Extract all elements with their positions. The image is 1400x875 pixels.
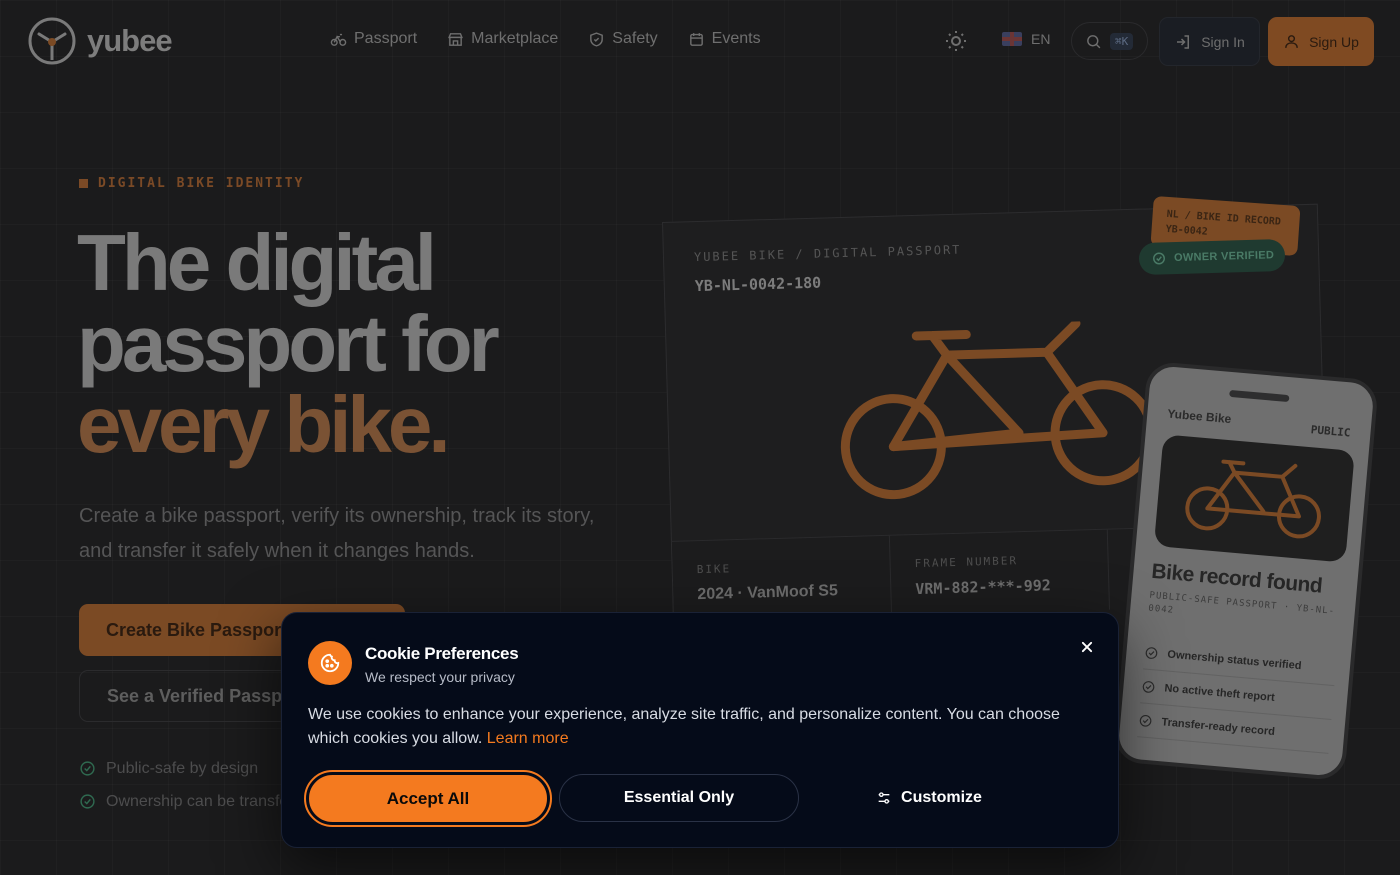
detail-bike: BIKE 2024 · VanMoof S5 — [671, 535, 893, 622]
bike-illustration-icon — [840, 319, 1151, 500]
essential-only-button[interactable]: Essential Only — [559, 774, 799, 822]
sign-in-label: Sign In — [1201, 33, 1245, 50]
cookie-dialog-title: Cookie Preferences — [365, 644, 519, 663]
cookie-dialog-subtitle: We respect your privacy — [365, 669, 515, 685]
search-icon — [1087, 34, 1101, 48]
eyebrow-text: DIGITAL BIKE IDENTITY — [98, 176, 305, 191]
phone-bike-image — [1153, 434, 1355, 563]
check-circle-icon — [80, 761, 95, 776]
sign-in-button[interactable]: Sign In — [1159, 17, 1260, 66]
detail-label: BIKE — [696, 562, 732, 577]
owner-verified-badge: OWNER VERIFIED — [1138, 238, 1286, 276]
nav-item-marketplace[interactable]: Marketplace — [447, 30, 558, 48]
nav-item-safety[interactable]: Safety — [588, 30, 658, 48]
shield-icon — [590, 31, 604, 47]
main-nav: Passport Marketplace Safety Events — [330, 30, 761, 48]
brand-name: yubee — [87, 23, 173, 58]
check-circle-icon — [1142, 680, 1155, 693]
check-circle-icon — [1153, 252, 1165, 265]
detail-value: 2024 · VanMoof S5 — [697, 582, 839, 604]
language-label: EN — [1031, 31, 1051, 47]
steering-wheel-icon — [28, 17, 76, 65]
sign-up-label: Sign Up — [1309, 33, 1359, 50]
search-button[interactable]: ⌘K — [1071, 22, 1148, 60]
hero-eyebrow: DIGITAL BIKE IDENTITY — [79, 176, 304, 191]
customize-button[interactable]: Customize — [809, 774, 1049, 822]
site-header: yubee Passport Marketplace Safety Events… — [0, 0, 1400, 84]
owner-badge-label: OWNER VERIFIED — [1173, 249, 1275, 265]
cookie-dialog-body: We use cookies to enhance your experienc… — [308, 703, 1068, 751]
login-icon — [1177, 34, 1190, 49]
sun-icon[interactable] — [944, 29, 968, 53]
headline-accent: every bike. — [77, 380, 451, 469]
learn-more-link[interactable]: Learn more — [487, 730, 569, 747]
nav-item-passport[interactable]: Passport — [330, 30, 417, 48]
store-icon — [448, 32, 464, 46]
check-circle-icon — [1145, 646, 1158, 659]
nav-item-events[interactable]: Events — [688, 30, 761, 48]
language-switcher[interactable]: EN — [1002, 31, 1050, 47]
cookie-preferences-dialog: Cookie Preferences We respect your priva… — [281, 612, 1119, 848]
phone-status-label: Ownership status verified — [1166, 647, 1302, 672]
uk-flag-icon — [1002, 32, 1022, 46]
accept-all-button[interactable]: Accept All — [304, 770, 552, 827]
detail-label: FRAME NUMBER — [914, 554, 1019, 571]
bike-icon — [330, 33, 347, 46]
hero-subtext: Create a bike passport, verify its owner… — [79, 505, 595, 562]
phone-notch — [1229, 389, 1290, 403]
sliders-icon — [878, 792, 890, 804]
cookie-icon — [308, 641, 352, 685]
passport-id: YB-NL-0042-180 — [694, 273, 822, 296]
eyebrow-square-icon — [79, 179, 88, 188]
phone-status-label: No active theft report — [1163, 681, 1276, 704]
customize-label: Customize — [901, 789, 982, 806]
check-circle-icon — [1139, 714, 1152, 727]
nav-label: Passport — [354, 30, 418, 47]
detail-value: VRM-882-***-992 — [915, 576, 1052, 599]
phone-brand: Yubee Bike — [1166, 406, 1232, 427]
user-icon — [1285, 35, 1298, 48]
hero-headline: The digital passport for every bike. — [77, 222, 597, 465]
bike-icon — [1185, 459, 1321, 539]
nav-label: Events — [711, 30, 761, 47]
phone-mockup: Yubee Bike PUBLIC Bike record found PUBL… — [1112, 360, 1380, 782]
brand-logo[interactable]: yubee — [27, 16, 173, 66]
detail-frame-number: FRAME NUMBER VRM-882-***-992 — [889, 529, 1110, 616]
phone-status-label: Transfer-ready record — [1161, 715, 1276, 738]
search-shortcut: ⌘K — [1110, 32, 1134, 50]
close-icon[interactable] — [1077, 637, 1097, 657]
check-circle-icon — [80, 794, 95, 809]
calendar-icon — [689, 32, 703, 46]
phone-visibility: PUBLIC — [1310, 423, 1351, 440]
headline-line-1: The digital — [77, 218, 437, 307]
phone-status-list: Ownership status verified No active thef… — [1137, 635, 1338, 754]
nav-label: Marketplace — [471, 30, 559, 47]
cookie-body-text: We use cookies to enhance your experienc… — [308, 706, 1060, 747]
cookie-glyph-icon — [320, 653, 340, 673]
nav-label: Safety — [612, 30, 658, 47]
headline-line-2: passport for — [77, 299, 500, 388]
checklist-label: Public-safe by design — [106, 759, 259, 777]
sign-up-button[interactable]: Sign Up — [1268, 17, 1374, 66]
passport-card-label: YUBEE BIKE / DIGITAL PASSPORT — [693, 242, 962, 265]
